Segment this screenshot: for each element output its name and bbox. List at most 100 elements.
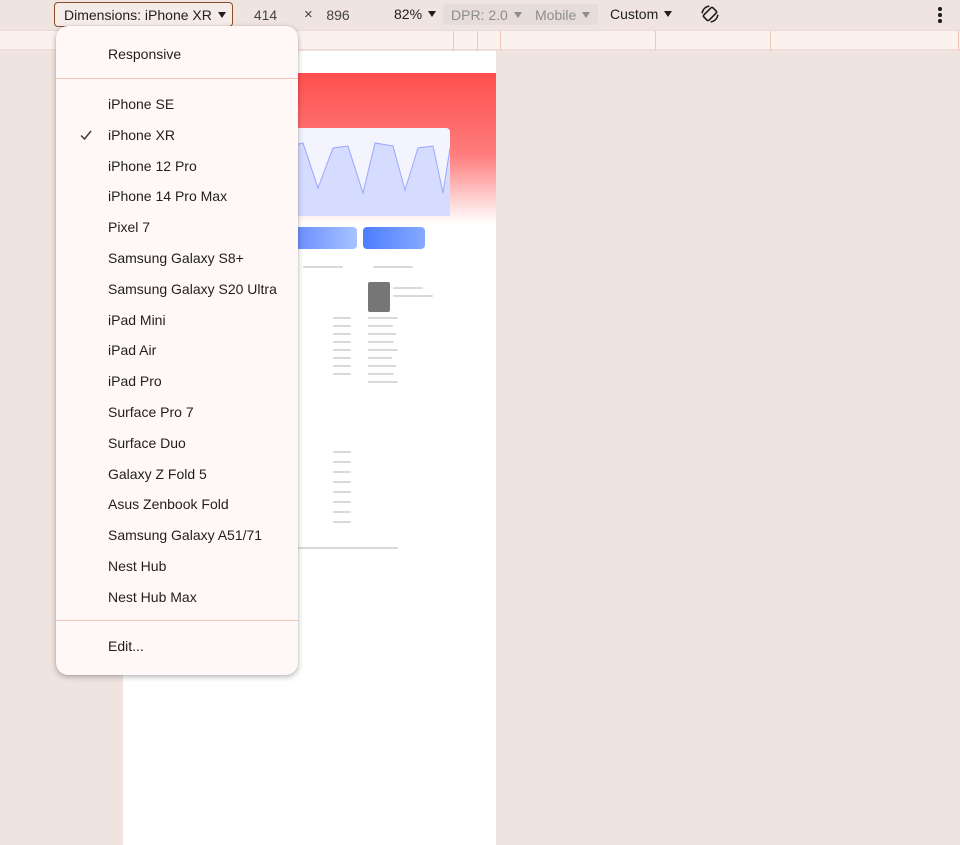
page-line: [298, 547, 398, 549]
page-line: [333, 325, 351, 327]
height-value: 896: [326, 6, 350, 23]
menu-item-label: Samsung Galaxy S8+: [108, 250, 244, 266]
throttling-dropdown[interactable]: Custom: [610, 6, 673, 22]
menu-item-label: iPad Air: [108, 342, 157, 358]
menu-item-pixel-7[interactable]: Pixel 7: [56, 213, 298, 241]
menu-item-label: iPad Pro: [108, 373, 162, 389]
menu-item-label: Asus Zenbook Fold: [108, 496, 229, 512]
page-line: [368, 381, 398, 383]
page-line: [333, 357, 351, 359]
device-dropdown-menu: Responsive iPhone SE iPhone XR iPhone 12 P…: [56, 26, 298, 675]
menu-item-samsung-galaxy-s20-ultra[interactable]: Samsung Galaxy S20 Ultra: [56, 275, 298, 303]
menu-item-iphone-se[interactable]: iPhone SE: [56, 90, 298, 118]
device-toolbar: Dimensions: iPhone XR 414 × 896 82% DPR:…: [0, 0, 960, 29]
menu-item-label: Samsung Galaxy A51/71: [108, 527, 263, 543]
page-line: [368, 357, 392, 359]
menu-item-label: Surface Duo: [108, 435, 186, 451]
page-line: [333, 349, 351, 351]
caret-down-icon: [217, 11, 226, 18]
menu-item-samsung-galaxy-s8[interactable]: Samsung Galaxy S8+: [56, 244, 298, 272]
dpr-label: DPR: 2.0: [451, 6, 508, 23]
menu-item-label: Galaxy Z Fold 5: [108, 466, 207, 482]
caret-down-icon: [664, 11, 673, 17]
menu-item-ipad-pro[interactable]: iPad Pro: [56, 367, 298, 395]
page-line: [368, 333, 396, 335]
page-chart-graphic: [282, 142, 451, 216]
height-input[interactable]: 896: [316, 4, 360, 25]
menu-item-label: Samsung Galaxy S20 Ultra: [108, 281, 277, 297]
page-banner: [295, 227, 357, 249]
menu-item-asus-zenbook-fold[interactable]: Asus Zenbook Fold: [56, 490, 298, 518]
page-line: [368, 317, 398, 319]
menu-item-label: iPhone 14 Pro Max: [108, 188, 228, 204]
menu-item-responsive[interactable]: Responsive: [56, 40, 298, 68]
page-line: [333, 341, 351, 343]
menu-separator: [56, 78, 298, 79]
zoom-dropdown[interactable]: 82%: [394, 6, 437, 22]
menu-item-label: iPad Mini: [108, 312, 166, 328]
page-line: [333, 491, 351, 493]
width-input[interactable]: 414: [243, 4, 288, 25]
caret-down-icon: [513, 11, 522, 18]
menu-item-label: Pixel 7: [108, 219, 151, 235]
page-line: [368, 341, 394, 343]
menu-item-label: Nest Hub Max: [108, 589, 197, 605]
page-line: [303, 266, 343, 268]
more-vert-icon[interactable]: [937, 7, 943, 23]
menu-item-galaxy-z-fold-5[interactable]: Galaxy Z Fold 5: [56, 460, 298, 488]
menu-item-edit[interactable]: Edit...: [56, 632, 298, 660]
page-line: [333, 317, 351, 319]
zoom-label: 82%: [394, 6, 423, 22]
menu-item-ipad-mini[interactable]: iPad Mini: [56, 306, 298, 334]
menu-item-surface-pro-7[interactable]: Surface Pro 7: [56, 398, 298, 426]
page-thumbnail: [368, 282, 390, 312]
menu-item-label: Nest Hub: [108, 558, 167, 574]
page-line: [393, 295, 433, 297]
menu-item-label: iPhone XR: [108, 127, 175, 143]
page-line: [333, 373, 351, 375]
page-line: [333, 451, 351, 453]
throttling-label: Custom: [610, 6, 659, 22]
menu-item-samsung-galaxy-a51-71[interactable]: Samsung Galaxy A51/71: [56, 521, 298, 549]
page-line: [333, 471, 351, 473]
menu-item-label: iPhone 12 Pro: [108, 158, 197, 174]
page-line: [373, 266, 413, 268]
page-banner: [363, 227, 425, 249]
menu-separator: [56, 620, 298, 621]
device-type-dropdown[interactable]: Mobile: [527, 4, 599, 25]
page-line: [333, 333, 351, 335]
check-icon: [80, 130, 92, 141]
page-line: [333, 365, 351, 367]
page-line: [368, 365, 396, 367]
page-line: [333, 461, 351, 463]
menu-item-iphone-xr[interactable]: iPhone XR: [56, 121, 298, 149]
page-line: [333, 481, 351, 483]
menu-item-nest-hub[interactable]: Nest Hub: [56, 552, 298, 580]
page-line: [368, 325, 393, 327]
menu-item-label: Surface Pro 7: [108, 404, 194, 420]
dpr-dropdown[interactable]: DPR: 2.0: [443, 4, 530, 25]
menu-item-iphone-12-pro[interactable]: iPhone 12 Pro: [56, 152, 298, 180]
menu-item-surface-duo[interactable]: Surface Duo: [56, 429, 298, 457]
page-line: [393, 287, 423, 289]
menu-item-nest-hub-max[interactable]: Nest Hub Max: [56, 583, 298, 611]
caret-down-icon: [582, 11, 591, 18]
caret-down-icon: [428, 11, 437, 17]
page-line: [333, 511, 351, 513]
menu-item-label: iPhone SE: [108, 96, 175, 112]
dimensions-dropdown[interactable]: Dimensions: iPhone XR: [54, 2, 233, 27]
page-line: [333, 501, 351, 503]
times-separator: ×: [304, 6, 313, 23]
menu-item-ipad-air[interactable]: iPad Air: [56, 336, 298, 364]
width-value: 414: [253, 6, 278, 23]
page-chart-card: [282, 128, 451, 216]
device-type-label: Mobile: [535, 6, 577, 23]
dimensions-label: Dimensions: iPhone XR: [64, 6, 212, 23]
menu-item-label: Edit...: [108, 638, 144, 654]
menu-item-iphone-14-pro-max[interactable]: iPhone 14 Pro Max: [56, 182, 298, 210]
page-line: [368, 373, 394, 375]
page-line: [368, 349, 398, 351]
rotate-icon[interactable]: [699, 3, 721, 25]
menu-item-label: Responsive: [108, 46, 182, 62]
page-line: [333, 521, 351, 523]
